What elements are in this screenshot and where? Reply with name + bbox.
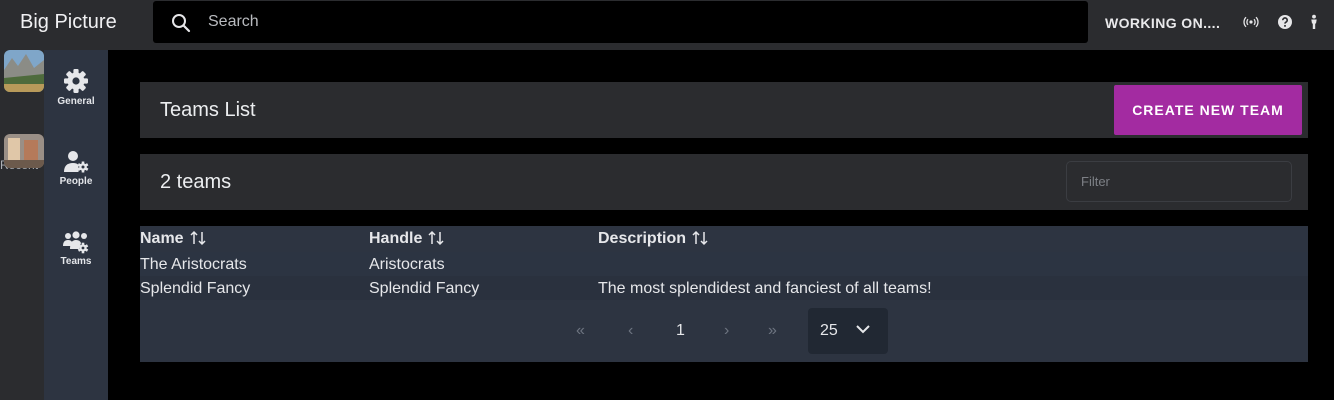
app-title[interactable]: Big Picture [20,11,117,34]
team-handle: Aristocrats [369,256,445,273]
pagination: « ‹ 1 › » 25 [140,308,1308,354]
column-header-description[interactable]: Description [598,230,708,248]
table-header-row: Name Handle Description [140,226,1308,252]
team-description: The most splendidest and fanciest of all… [598,280,932,297]
table-row[interactable]: The Aristocrats Aristocrats [140,252,1308,276]
chevron-down-icon [856,325,870,334]
search-bar[interactable]: Search [153,1,1088,43]
working-on-status[interactable]: WORKING ON.... [1105,15,1220,31]
last-page-button[interactable]: » [768,322,777,340]
sort-icon [190,230,206,246]
column-header-handle[interactable]: Handle [369,230,444,248]
nav-item-teams[interactable]: Teams [44,230,108,267]
filter-input[interactable]: Filter [1066,161,1292,202]
team-name: Splendid Fancy [140,280,251,297]
recent-thumbnail-1[interactable] [4,50,44,92]
sort-icon [692,230,708,246]
teams-list-header: Teams List CREATE NEW TEAM [140,82,1308,138]
rows-per-page-value: 25 [820,322,838,339]
rows-per-page-select[interactable]: 25 [808,308,888,354]
filter-placeholder: Filter [1081,174,1110,189]
nav-label: People [59,176,93,187]
sort-icon [428,230,444,246]
landscape-thumbnail-image [4,50,44,92]
column-header-name[interactable]: Name [140,230,206,248]
nav-item-people[interactable]: People [44,150,108,187]
page-title: Teams List [160,99,256,121]
help-icon[interactable] [1277,14,1293,30]
team-count: 2 teams [160,171,232,193]
team-handle: Splendid Fancy [369,280,480,297]
next-page-button[interactable]: › [724,322,729,340]
landscape-thumbnail-image [4,134,44,168]
nav-label: Teams [60,256,92,267]
table-row[interactable]: Splendid Fancy Splendid Fancy The most s… [140,276,1308,300]
nav-item-general[interactable]: General [44,68,108,107]
users-gear-icon [63,231,89,254]
team-name: The Aristocrats [140,256,247,273]
recent-thumbnail-2[interactable] [4,134,44,168]
teams-table: Name Handle Description The Aristocrats … [140,226,1308,362]
prev-page-button[interactable]: ‹ [628,322,633,340]
user-gear-icon [64,151,89,173]
broadcast-icon[interactable] [1243,14,1259,30]
gear-icon [64,69,88,93]
top-bar: Big Picture Search WORKING ON.... [0,0,1334,50]
recent-rail: Recent [0,50,44,400]
search-input[interactable]: Search [208,13,259,31]
search-icon [172,14,191,33]
settings-nav: General People Teams [44,50,108,400]
current-page[interactable]: 1 [676,322,685,340]
teams-summary-bar: 2 teams Filter [140,154,1308,210]
nav-label: General [57,96,95,107]
create-new-team-button[interactable]: CREATE NEW TEAM [1114,85,1302,135]
person-icon[interactable] [1306,14,1322,30]
first-page-button[interactable]: « [576,322,585,340]
